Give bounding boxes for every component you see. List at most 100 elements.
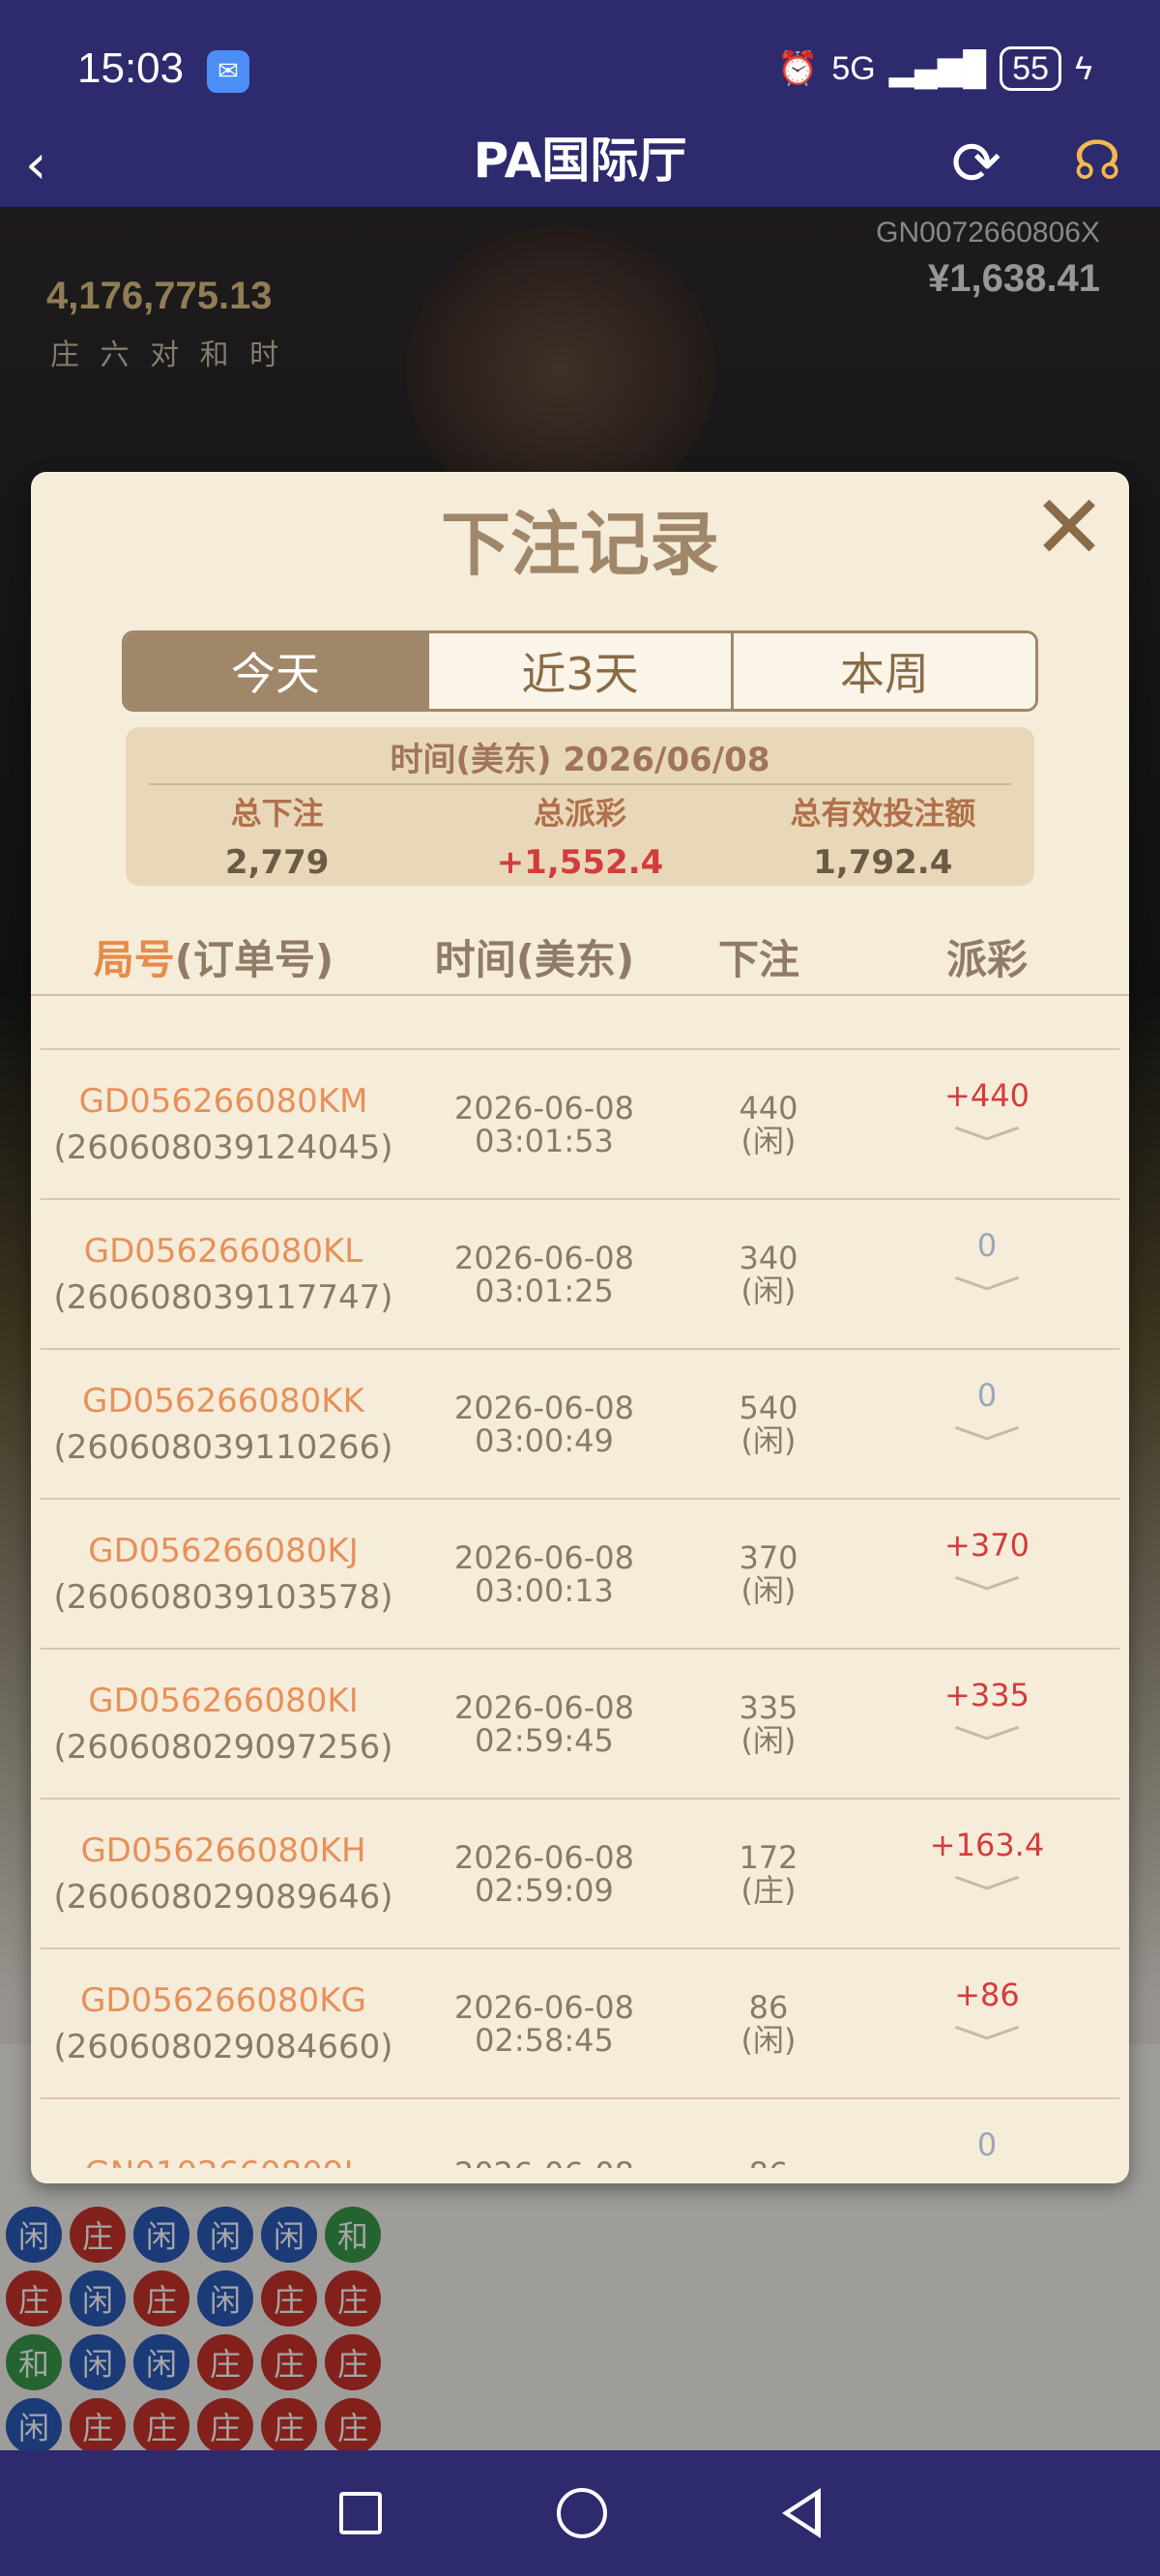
time-cell: 2026-06-08 02:58:45	[406, 1949, 682, 2097]
message-icon: ✉	[207, 50, 249, 93]
bet-amount: 86	[749, 2157, 789, 2169]
table-row[interactable]: GD056266080KH (260608029089646) 2026-06-…	[41, 1798, 1119, 1947]
table-row[interactable]: GD056266080KK (260608039110266) 2026-06-…	[41, 1348, 1119, 1498]
chevron-down-icon[interactable]: ﹀	[952, 1726, 1022, 1765]
charging-icon: ϟ	[1075, 49, 1092, 87]
order-number: (260608039124045)	[53, 1127, 393, 1167]
column-time: 时间(美东)	[434, 935, 635, 983]
tab-today[interactable]: 今天	[125, 633, 429, 709]
table-row[interactable]: GN0102660809L 2026-06-08 86 0 ﹀	[41, 2097, 1119, 2168]
payout-amount: 0	[976, 1227, 998, 1264]
app-header: ‹ PA国际厅 ⟳ ☊	[0, 114, 1160, 207]
payout-amount: +370	[944, 1527, 1030, 1564]
round-number: GD056266080KK	[82, 1381, 364, 1420]
bet-cell: 86 (闲)	[682, 1949, 855, 2097]
bet-time: 02:58:45	[475, 2021, 614, 2059]
date-range-tabs: 今天 近3天 本周	[122, 630, 1038, 712]
summary-total-payout: 总派彩 +1,552.4	[428, 789, 731, 882]
round-cell: GN0102660809L	[41, 2099, 406, 2169]
payout-amount: +335	[944, 1677, 1030, 1713]
bet-date: 2026-06-08	[454, 1389, 634, 1426]
customer-service-icon[interactable]: ☊	[1073, 130, 1121, 192]
round-number: GD056266080KG	[80, 1980, 366, 2020]
payout-amount: +163.4	[929, 1827, 1045, 1863]
round-cell: GD056266080KM (260608039124045)	[41, 1050, 406, 1198]
time-cell: 2026-06-08 03:01:25	[406, 1200, 682, 1348]
bet-date: 2026-06-08	[454, 1089, 634, 1127]
recent-apps-icon[interactable]	[338, 2492, 382, 2534]
total-valid-label: 总有效投注额	[790, 795, 976, 832]
chevron-down-icon[interactable]: ﹀	[952, 1876, 1022, 1915]
close-icon[interactable]: ✕	[1029, 483, 1110, 572]
round-cell: GD056266080KK (260608039110266)	[41, 1350, 406, 1498]
home-icon[interactable]	[556, 2488, 607, 2538]
alarm-icon: ⏰	[776, 50, 819, 87]
total-payout-value: +1,552.4	[496, 843, 664, 882]
tab-this-week[interactable]: 本周	[734, 633, 1035, 709]
bet-record-list[interactable]: GD056266080KM (260608039124045) 2026-06-…	[41, 1048, 1119, 2168]
bet-side: (闲)	[740, 2021, 797, 2059]
back-triangle-icon[interactable]	[782, 2488, 822, 2538]
bet-cell: 540 (闲)	[682, 1350, 855, 1498]
time-cell: 2026-06-08 02:59:45	[406, 1650, 682, 1798]
battery-level: 55	[1000, 46, 1061, 91]
order-number: (260608039117747)	[53, 1277, 393, 1317]
bet-time: 02:59:45	[475, 1721, 614, 1759]
payout-cell: +440 ﹀	[855, 1050, 1119, 1198]
time-cell: 2026-06-08 03:00:13	[406, 1500, 682, 1648]
round-number: GD056266080KH	[80, 1830, 366, 1870]
bet-date: 2026-06-08	[454, 1239, 634, 1276]
bet-amount: 172	[739, 1838, 798, 1876]
payout-amount: +440	[944, 1077, 1030, 1114]
chevron-down-icon[interactable]: ﹀	[952, 1576, 1022, 1615]
summary-date: 时间(美东) 2026/06/08	[390, 741, 770, 779]
bet-side: (庄)	[740, 1871, 797, 1909]
table-row[interactable]: GD056266080KG (260608029084660) 2026-06-…	[41, 1947, 1119, 2097]
bet-cell: 172 (庄)	[682, 1800, 855, 1947]
chevron-down-icon[interactable]: ﹀	[952, 1127, 1022, 1165]
table-row[interactable]: GD056266080KM (260608039124045) 2026-06-…	[41, 1048, 1119, 1198]
total-valid-value: 1,792.4	[813, 843, 953, 882]
bet-time: 03:00:13	[475, 1571, 614, 1609]
bet-amount: 440	[739, 1089, 798, 1127]
payout-cell: 0 ﹀	[855, 2099, 1119, 2168]
round-number: GN0102660809L	[84, 2151, 362, 2169]
refresh-icon[interactable]: ⟳	[951, 128, 1001, 198]
summary-total-bet: 总下注 2,779	[126, 789, 428, 882]
bet-side: (闲)	[740, 1421, 797, 1459]
payout-cell: 0 ﹀	[855, 1200, 1119, 1348]
chevron-down-icon[interactable]: ﹀	[952, 1276, 1022, 1315]
round-number: GD056266080KI	[88, 1681, 359, 1720]
status-time: 15:03	[77, 44, 185, 92]
time-cell: 2026-06-08 03:01:53	[406, 1050, 682, 1198]
table-row[interactable]: GD056266080KL (260608039117747) 2026-06-…	[41, 1198, 1119, 1348]
order-number: (260608029084660)	[53, 2027, 393, 2066]
summary-divider	[149, 783, 1011, 785]
order-number: (260608029089646)	[53, 1877, 393, 1917]
bet-date: 2026-06-08	[454, 1988, 634, 2026]
time-cell: 2026-06-08 02:59:09	[406, 1800, 682, 1947]
bet-amount: 370	[739, 1538, 798, 1576]
bet-cell: 335 (闲)	[682, 1650, 855, 1798]
table-row[interactable]: GD056266080KJ (260608039103578) 2026-06-…	[41, 1498, 1119, 1648]
bet-date: 2026-06-08	[454, 1838, 634, 1876]
round-number: GD056266080KL	[83, 1231, 363, 1271]
round-cell: GD056266080KI (260608029097256)	[41, 1650, 406, 1798]
signal-icon: ▂▄▆█	[888, 50, 987, 87]
chevron-down-icon[interactable]: ﹀	[952, 2026, 1022, 2064]
system-nav-bar	[0, 2450, 1160, 2576]
tab-last-3-days[interactable]: 近3天	[429, 633, 734, 709]
payout-amount: 0	[976, 1377, 998, 1414]
column-bet: 下注	[717, 935, 799, 983]
modal-title: 下注记录	[440, 504, 719, 585]
bet-cell: 370 (闲)	[682, 1500, 855, 1648]
status-indicators: ⏰ 5G ▂▄▆█ 55 ϟ	[777, 46, 1092, 91]
bet-cell: 340 (闲)	[682, 1200, 855, 1348]
bet-date: 2026-06-08	[454, 2157, 634, 2169]
bet-amount: 335	[739, 1688, 798, 1726]
bet-cell: 440 (闲)	[682, 1050, 855, 1198]
table-row[interactable]: GD056266080KI (260608029097256) 2026-06-…	[41, 1648, 1119, 1798]
bet-time: 03:01:53	[475, 1122, 614, 1159]
chevron-down-icon[interactable]: ﹀	[952, 1426, 1022, 1465]
bet-time: 03:00:49	[475, 1421, 614, 1459]
